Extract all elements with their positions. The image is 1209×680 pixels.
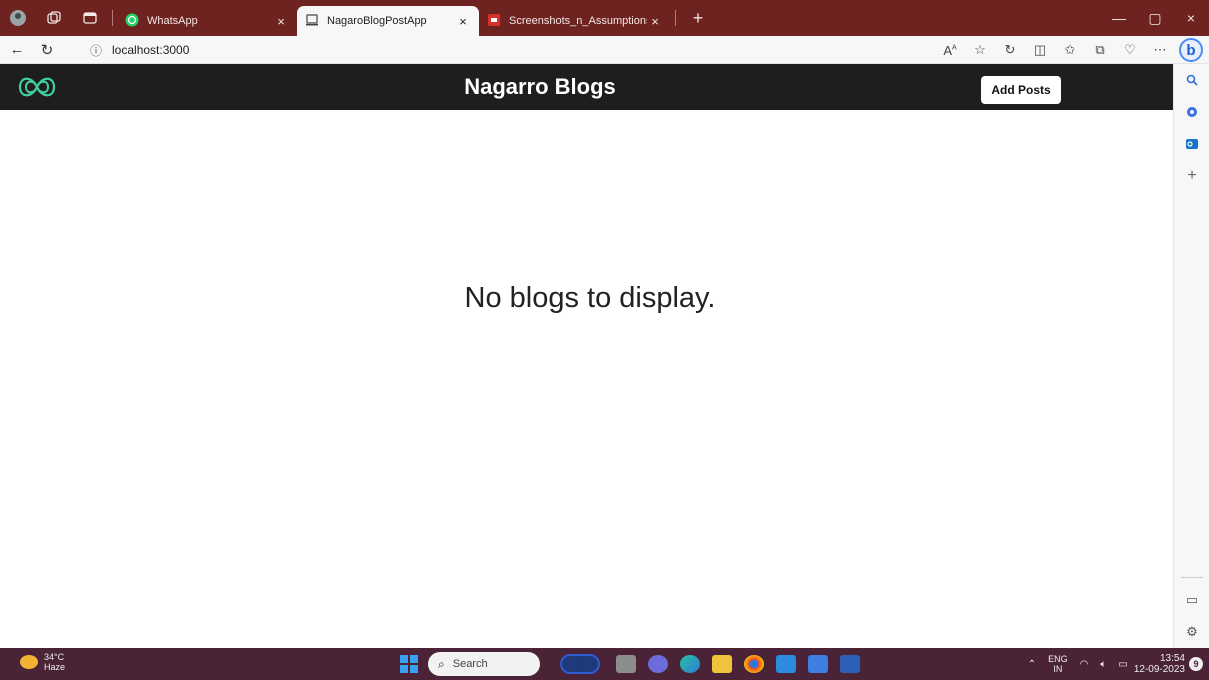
tray-overflow-icon[interactable]: ⌃ <box>1028 659 1036 670</box>
tab-label: Screenshots_n_Assumptions.pdf <box>509 15 647 27</box>
language-code: ENG <box>1048 654 1068 664</box>
language-indicator[interactable]: ENG IN <box>1048 654 1068 674</box>
empty-state-message: No blogs to display. <box>464 282 716 314</box>
favorites-icon[interactable]: ✩ <box>1055 42 1085 58</box>
sidebar-settings-icon[interactable]: ⚙ <box>1174 616 1209 648</box>
task-view-icon[interactable] <box>616 655 636 673</box>
close-window-button[interactable]: × <box>1173 0 1209 36</box>
clock-time: 13:54 <box>1159 653 1185 664</box>
tab-separator <box>675 10 676 26</box>
weather-widget[interactable]: 34°C Haze <box>20 652 65 672</box>
back-button[interactable]: ← <box>4 37 30 63</box>
taskbar-apps: ⌕ Search <box>400 650 866 678</box>
browser-toolbar: AA ☆ ↻ ◫ ✩ ⧉ ♡ ⋯ b <box>935 36 1209 64</box>
minimize-button[interactable]: — <box>1101 0 1137 36</box>
tab-label: WhatsApp <box>147 15 198 27</box>
address-bar: ← ↻ ⓘ localhost:3000 AA ☆ ↻ ◫ ✩ ⧉ ♡ ⋯ b <box>0 36 1209 64</box>
taskbar-search[interactable]: ⌕ Search <box>428 652 540 676</box>
sidebar-outlook-icon[interactable] <box>1174 128 1209 160</box>
sidebar-search-icon[interactable] <box>1174 64 1209 96</box>
sidebar-copilot-icon[interactable] <box>1174 96 1209 128</box>
app-navbar: Nagarro Blogs Add Posts <box>0 64 1173 110</box>
more-options-icon[interactable]: ⋯ <box>1145 42 1175 58</box>
web-page: Nagarro Blogs Add Posts No blogs to disp… <box>0 64 1173 648</box>
volume-icon[interactable]: 🔈︎ <box>1100 659 1106 670</box>
browser-essentials-icon[interactable]: ♡ <box>1115 42 1145 58</box>
edge-browser-icon[interactable] <box>680 655 700 673</box>
clock-date: 12-09-2023 <box>1133 664 1185 675</box>
bing-copilot-icon[interactable]: b <box>1179 38 1203 62</box>
workspaces-icon[interactable] <box>36 0 72 36</box>
refresh-extension-icon[interactable]: ↻ <box>995 42 1025 58</box>
notepad-icon[interactable] <box>808 655 828 673</box>
url-field[interactable]: ⓘ localhost:3000 <box>90 38 189 62</box>
site-info-icon[interactable]: ⓘ <box>90 42 102 59</box>
tab-separator <box>112 10 113 26</box>
region-code: IN <box>1053 664 1063 674</box>
collections-icon[interactable]: ⧉ <box>1085 42 1115 58</box>
clock[interactable]: 13:54 12-09-2023 <box>1134 653 1185 675</box>
hide-sidebar-icon[interactable]: ▭ <box>1174 584 1209 616</box>
tab-label: NagaroBlogPostApp <box>327 15 427 27</box>
split-screen-icon[interactable]: ◫ <box>1025 42 1055 58</box>
wifi-icon[interactable]: ◠ <box>1080 659 1089 670</box>
new-tab-button[interactable]: + <box>688 8 708 29</box>
tab-close-icon[interactable]: × <box>273 14 289 29</box>
favorite-star-icon[interactable]: ☆ <box>965 42 995 58</box>
tab-nagaroblogpostapp[interactable]: NagaroBlogPostApp × <box>297 6 479 36</box>
search-icon: ⌕ <box>438 656 445 671</box>
url-text: localhost:3000 <box>112 43 190 57</box>
profile-icon[interactable] <box>0 0 36 36</box>
windows-start-icon[interactable] <box>400 655 418 673</box>
sidebar-bottom: ▭ ⚙ <box>1174 577 1209 648</box>
pdf-icon <box>487 13 501 30</box>
page-icon <box>305 13 319 30</box>
whatsapp-icon <box>125 13 139 30</box>
read-aloud-icon[interactable]: AA <box>935 43 965 58</box>
weather-temp: 34°C <box>44 652 65 662</box>
word-icon[interactable] <box>840 655 860 673</box>
edge-sidebar: + ▭ ⚙ <box>1173 64 1209 648</box>
battery-icon[interactable]: ▭ <box>1118 659 1127 670</box>
tab-close-icon[interactable]: × <box>455 14 471 29</box>
chrome-icon[interactable] <box>744 655 764 673</box>
weather-desc: Haze <box>44 662 66 672</box>
windows-taskbar: 34°C Haze ⌕ Search ⌃ ENG IN ◠ 🔈︎ ▭ 13:54… <box>0 648 1209 680</box>
window-controls: — ▢ × <box>1101 0 1209 36</box>
tab-screenshots-pdf[interactable]: Screenshots_n_Assumptions.pdf × <box>479 6 671 36</box>
sidebar-add-icon[interactable]: + <box>1174 160 1209 192</box>
tab-whatsapp[interactable]: WhatsApp × <box>117 6 297 36</box>
maximize-button[interactable]: ▢ <box>1137 0 1173 36</box>
system-tray: ⌃ ENG IN ◠ 🔈︎ ▭ 13:54 12-09-2023 9 <box>1022 648 1209 680</box>
file-explorer-icon[interactable] <box>712 655 732 673</box>
vscode-icon[interactable] <box>776 655 796 673</box>
tab-close-icon[interactable]: × <box>647 14 663 29</box>
teams-chat-icon[interactable] <box>648 655 668 673</box>
haze-weather-icon <box>20 655 38 669</box>
widgets-pill-icon[interactable] <box>560 654 600 674</box>
add-posts-button[interactable]: Add Posts <box>981 76 1061 104</box>
browser-tab-strip: WhatsApp × NagaroBlogPostApp × Screensho… <box>0 0 1209 36</box>
search-label: Search <box>452 658 488 670</box>
refresh-button[interactable]: ↻ <box>34 37 60 63</box>
brand-title: Nagarro Blogs <box>464 74 616 99</box>
tab-actions-icon[interactable] <box>72 0 108 36</box>
sidebar-divider <box>1181 577 1203 578</box>
notification-badge[interactable]: 9 <box>1189 657 1203 671</box>
